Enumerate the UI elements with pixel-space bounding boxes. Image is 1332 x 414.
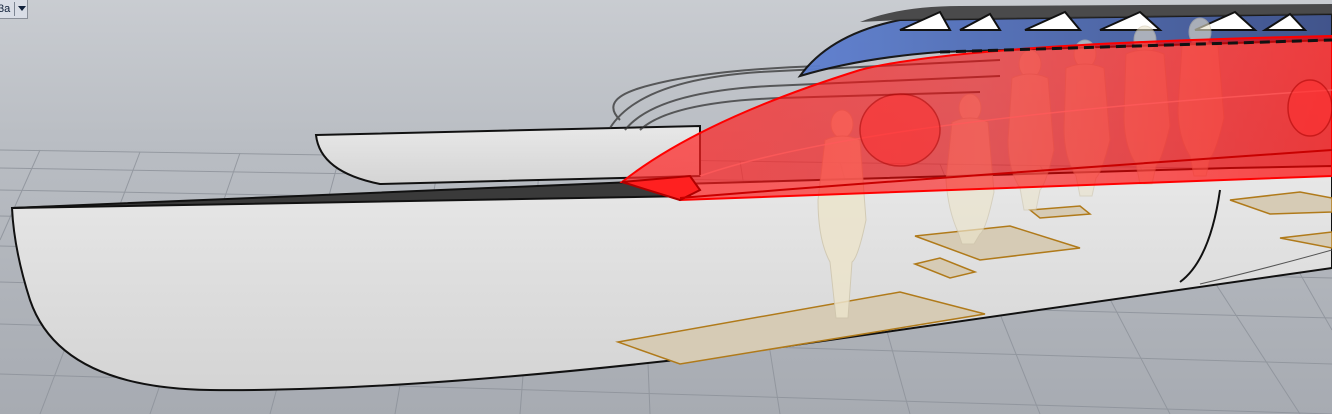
viewport-title-tab[interactable]: 3a [0,0,29,19]
viewport-name-label[interactable]: 3a [0,0,12,18]
3d-viewport[interactable]: 3a [0,0,1332,414]
selected-surface[interactable] [619,34,1332,202]
chevron-down-icon[interactable] [17,0,27,18]
scene-canvas[interactable] [0,0,1332,414]
viewport-tab-separator [14,2,16,16]
